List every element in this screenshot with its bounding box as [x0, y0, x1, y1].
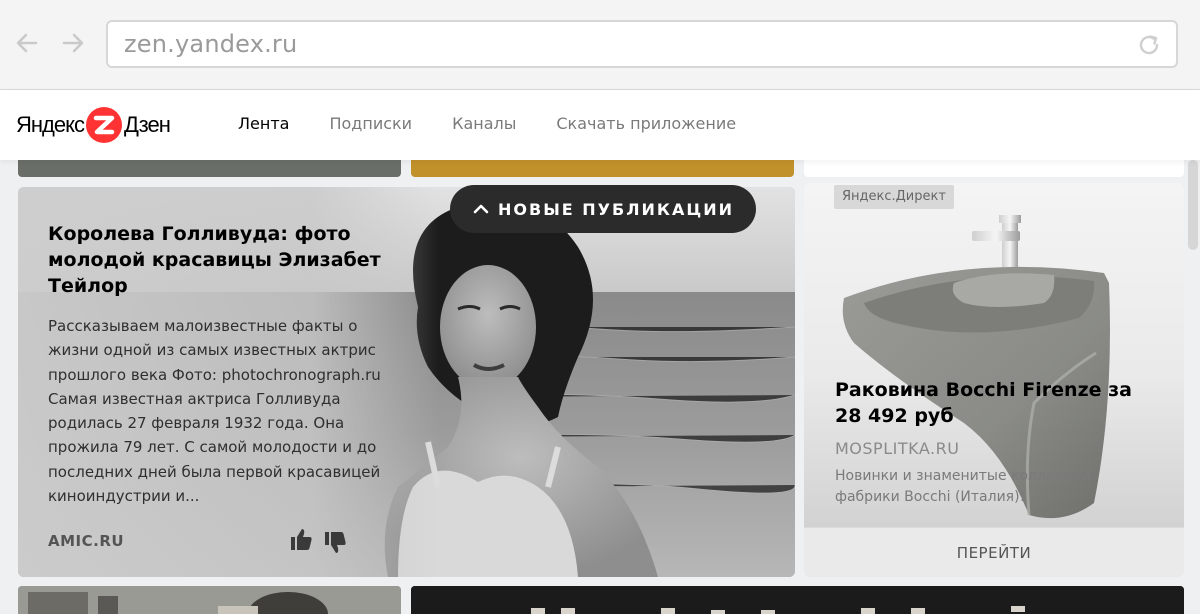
new-publications-button[interactable]: НОВЫЕ ПУБЛИКАЦИИ — [450, 185, 756, 233]
article-snippet[interactable]: Рассказываем малоизвестные факты о жизни… — [48, 314, 388, 508]
nav-item-download-app[interactable]: Скачать приложение — [556, 114, 736, 133]
chevron-up-icon — [473, 204, 489, 214]
logo-yandex-text: Яндекс — [16, 112, 85, 137]
previous-card-bottom[interactable] — [411, 160, 794, 177]
forward-button[interactable] — [58, 28, 88, 58]
site-header: Яндекс Дзен Лента Подписки Каналы Скачат… — [0, 90, 1200, 160]
back-button[interactable] — [12, 28, 42, 58]
next-card[interactable] — [411, 586, 1184, 614]
previous-card-bottom[interactable] — [804, 160, 1184, 177]
ad-description[interactable]: Новинки и знаменитые коллекции фабрики B… — [835, 466, 1155, 508]
address-bar[interactable] — [106, 20, 1178, 68]
ad-domain[interactable]: MOSPLITKA.RU — [835, 439, 959, 458]
browser-toolbar — [0, 0, 1200, 90]
ad-card[interactable]: Яндекс.Директ Раковина Bocchi Firenze за… — [804, 183, 1184, 577]
zen-logo-icon — [85, 107, 122, 143]
ad-go-button[interactable]: ПЕРЕЙТИ — [804, 527, 1184, 577]
article-title[interactable]: Королева Голливуда: фото молодой красави… — [48, 221, 388, 299]
previous-card-bottom[interactable] — [18, 160, 401, 177]
yandex-zen-logo[interactable]: Яндекс Дзен — [16, 106, 171, 144]
next-card[interactable] — [18, 586, 401, 614]
arrow-right-icon — [62, 33, 84, 53]
nav-item-feed[interactable]: Лента — [238, 114, 289, 133]
reload-icon[interactable] — [1136, 32, 1162, 58]
arrow-left-icon — [16, 33, 38, 53]
nav-item-channels[interactable]: Каналы — [452, 114, 516, 133]
next-card-image — [411, 586, 1184, 614]
url-input[interactable] — [124, 30, 1084, 58]
article-card[interactable]: Королева Голливуда: фото молодой красави… — [18, 187, 795, 577]
thumbs-up-icon[interactable] — [288, 526, 314, 552]
thumbs-down-icon[interactable] — [322, 530, 348, 556]
nav-item-subscriptions[interactable]: Подписки — [329, 114, 412, 133]
scrollbar[interactable] — [1188, 160, 1198, 250]
ad-title[interactable]: Раковина Bocchi Firenze за 28 492 руб — [835, 377, 1155, 429]
new-publications-label: НОВЫЕ ПУБЛИКАЦИИ — [498, 199, 734, 219]
next-card-image — [18, 586, 401, 614]
logo-zen-text: Дзен — [123, 112, 171, 137]
main-nav: Лента Подписки Каналы Скачать приложение — [238, 114, 736, 133]
article-source[interactable]: AMIC.RU — [48, 532, 124, 550]
